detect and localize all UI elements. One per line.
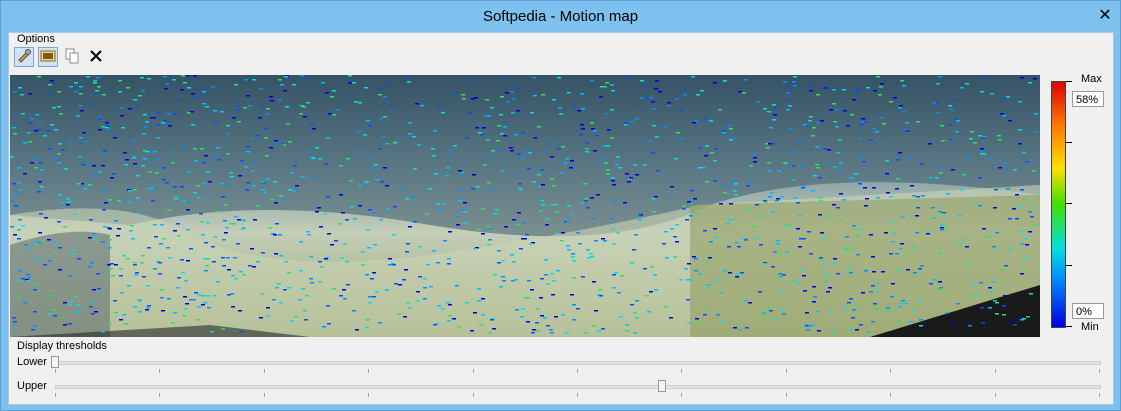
scale-min-value[interactable]: 0% [1072,303,1104,319]
scale-tick [1066,81,1072,82]
scale-tick [1066,203,1072,204]
title-bar[interactable]: Softpedia - Motion map ✕ [1,1,1120,33]
slider-tick [890,393,892,397]
options-group-label: Options [17,33,55,45]
slider-tick [263,393,265,397]
slider-tick [890,369,892,373]
slider-tick [55,369,56,373]
app-window: Softpedia - Motion map ✕ Options Max 58%… [0,0,1121,411]
slider-tick [159,369,161,373]
scale-max-label: Max [1081,73,1102,85]
scale-min-label: Min [1081,321,1099,333]
slider-tick [472,393,474,397]
image-icon [40,48,56,67]
close-button[interactable]: ✕ [1096,7,1114,25]
upper-threshold-label: Upper [17,380,47,392]
image-button[interactable] [38,47,58,67]
slider-tick [681,369,683,373]
slider-tick [785,393,787,397]
color-scale-bar [1051,81,1066,328]
upper-threshold-track[interactable] [55,385,1101,389]
slider-tick [785,369,787,373]
client-area: Options Max 58% 0% Min Display threshold… [8,32,1114,405]
lower-threshold-track[interactable] [55,361,1101,365]
copy-icon [64,48,80,67]
scale-max-value[interactable]: 58% [1072,91,1104,107]
upper-threshold-ticks [55,393,1101,397]
scale-tick [1066,326,1072,327]
scale-tick [1066,265,1072,266]
copy-button[interactable] [62,47,82,67]
upper-threshold-thumb[interactable] [657,380,666,392]
slider-tick [994,393,996,397]
lower-threshold-label: Lower [17,356,47,368]
slider-tick [577,369,578,373]
settings-icon [16,48,32,67]
motion-map-viewer[interactable] [10,75,1040,337]
slider-tick [55,393,56,397]
slider-tick [994,369,996,373]
slider-tick [577,393,578,397]
slider-tick [1099,369,1100,373]
delete-icon [88,48,104,67]
motion-map-image [10,75,1040,337]
lower-threshold-row: Lower [9,356,1109,376]
thresholds-group-label: Display thresholds [17,340,107,352]
slider-tick [1099,393,1100,397]
slider-tick [368,393,370,397]
slider-tick [263,369,265,373]
window-title: Softpedia - Motion map [482,8,639,25]
upper-threshold-row: Upper [9,380,1109,400]
slider-tick [368,369,370,373]
slider-tick [472,369,474,373]
scale-tick [1066,142,1072,143]
lower-threshold-thumb[interactable] [51,356,59,368]
options-toolbar [14,46,106,68]
settings-button[interactable] [14,47,34,67]
slider-tick [681,393,683,397]
lower-threshold-ticks [55,369,1101,373]
color-scale: Max 58% 0% Min [1047,73,1109,337]
delete-button[interactable] [86,47,106,67]
slider-tick [159,393,161,397]
